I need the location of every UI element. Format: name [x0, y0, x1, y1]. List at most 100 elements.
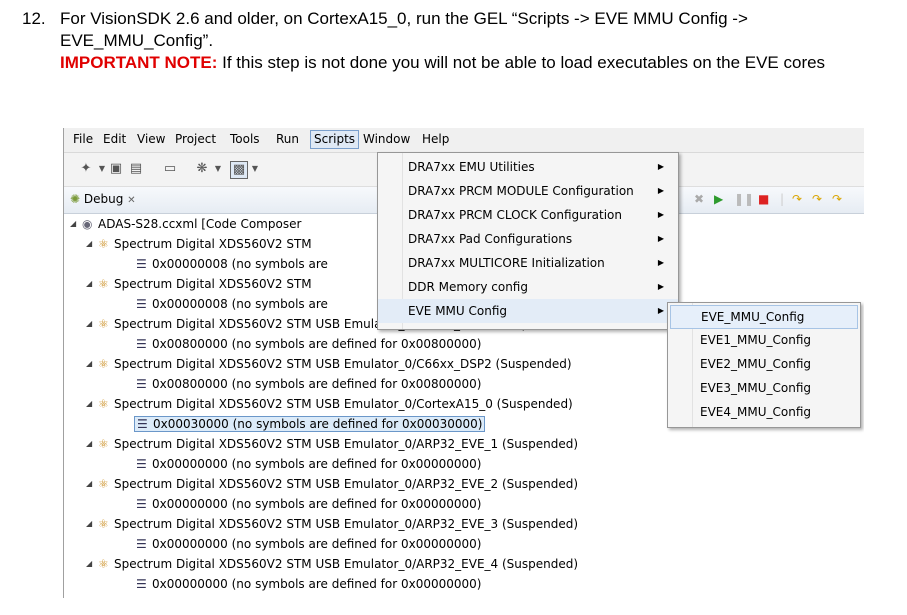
frame-label: 0x00000000 (no symbols are defined for 0…	[152, 537, 482, 551]
stack-frame-icon: ☰	[136, 457, 147, 471]
scripts-menu: DRA7xx EMU Utilities ▶ DRA7xx PRCM MODULE…	[377, 152, 679, 330]
terminal-icon[interactable]: ▩	[230, 161, 248, 179]
tree-root[interactable]: ◢ ◉ ADAS-S28.ccxml [Code Composer	[70, 214, 301, 234]
step-into-icon[interactable]: ↷	[792, 192, 802, 206]
menu-window[interactable]: Window	[360, 131, 413, 148]
menu-item-multicore-init[interactable]: DRA7xx MULTICORE Initialization ▶	[378, 251, 678, 275]
menu-bar: File Edit View Project Tools Run Scripts…	[64, 128, 864, 153]
frame-row[interactable]: ☰ 0x00000008 (no symbols are	[136, 254, 328, 274]
tab-debug[interactable]: ✺ Debug ✕	[70, 192, 136, 206]
frame-row[interactable]: ☰ 0x00000008 (no symbols are	[136, 294, 328, 314]
menu-run[interactable]: Run	[273, 131, 302, 148]
menu-item-prcm-clock[interactable]: DRA7xx PRCM CLOCK Configuration ▶	[378, 203, 678, 227]
menu-item-emu-utilities[interactable]: DRA7xx EMU Utilities ▶	[378, 155, 678, 179]
device-icon: ⚛	[98, 477, 109, 491]
disconnect-icon[interactable]: ✖	[694, 192, 704, 206]
resume-icon[interactable]: ▶	[714, 192, 723, 206]
submenu-arrow-icon: ▶	[657, 210, 664, 219]
submenu-arrow-icon: ▶	[657, 282, 664, 291]
menu-help[interactable]: Help	[419, 131, 452, 148]
device-label: Spectrum Digital XDS560V2 STM USB Emulat…	[114, 557, 579, 571]
stack-frame-icon: ☰	[136, 257, 147, 271]
important-note-label: IMPORTANT NOTE:	[60, 53, 218, 72]
device-label: Spectrum Digital XDS560V2 STM USB Emulat…	[114, 437, 579, 451]
device-icon: ⚛	[98, 437, 109, 451]
frame-label: 0x00000000 (no symbols are defined for 0…	[152, 457, 482, 471]
submenu-item-eve-mmu-config[interactable]: EVE_MMU_Config	[670, 305, 858, 329]
debug-icon[interactable]: ❋	[194, 161, 210, 177]
frame-row[interactable]: ☰ 0x00800000 (no symbols are defined for …	[136, 334, 481, 354]
frame-row[interactable]: ☰ 0x00000000 (no symbols are defined for …	[136, 574, 481, 594]
menu-item-ddr-memory-config[interactable]: DDR Memory config ▶	[378, 275, 678, 299]
chevron-down-icon[interactable]: ▼	[247, 161, 263, 177]
submenu-item-eve1-mmu-config[interactable]: EVE1_MMU_Config	[670, 329, 856, 351]
expand-icon[interactable]: ◢	[86, 314, 98, 334]
expand-icon[interactable]: ◢	[70, 214, 82, 234]
menu-edit[interactable]: Edit	[100, 131, 129, 148]
step-over-icon[interactable]: ↷	[812, 192, 822, 206]
save-all-icon[interactable]: ▤	[128, 161, 144, 177]
device-row[interactable]: ◢ ⚛ Spectrum Digital XDS560V2 STM USB Emul…	[86, 514, 578, 534]
device-label: Spectrum Digital XDS560V2 STM USB Emulat…	[114, 477, 579, 491]
terminate-icon[interactable]: ■	[758, 192, 769, 206]
submenu-item-eve3-mmu-config[interactable]: EVE3_MMU_Config	[670, 377, 856, 399]
stack-frame-icon: ☰	[136, 337, 147, 351]
submenu-arrow-icon: ▶	[657, 234, 664, 243]
submenu-arrow-icon: ▶	[657, 162, 664, 171]
stack-frame-icon: ☰	[136, 577, 147, 591]
device-row[interactable]: ◢ ⚛ Spectrum Digital XDS560V2 STM	[86, 274, 312, 294]
frame-row[interactable]: ☰ 0x00000000 (no symbols are defined for …	[136, 534, 481, 554]
frame-label: 0x00000008 (no symbols are	[152, 297, 328, 311]
device-label: Spectrum Digital XDS560V2 STM	[114, 237, 312, 251]
submenu-item-eve2-mmu-config[interactable]: EVE2_MMU_Config	[670, 353, 856, 375]
frame-row[interactable]: ☰ 0x00800000 (no symbols are defined for …	[136, 374, 481, 394]
menu-project[interactable]: Project	[172, 131, 219, 148]
stack-frame-icon: ☰	[136, 377, 147, 391]
important-note-text: If this step is not done you will not be…	[217, 53, 826, 72]
chevron-down-icon[interactable]: ▼	[210, 161, 226, 177]
submenu-arrow-icon: ▶	[657, 306, 664, 315]
menu-tools[interactable]: Tools	[227, 131, 263, 148]
device-icon: ⚛	[98, 517, 109, 531]
ccxml-icon: ◉	[82, 217, 93, 231]
stack-frame-icon: ☰	[136, 497, 147, 511]
frame-row[interactable]: ☰ 0x00000000 (no symbols are defined for …	[136, 454, 481, 474]
frame-row[interactable]: ☰ 0x00000000 (no symbols are defined for …	[136, 494, 481, 514]
device-row[interactable]: ◢ ⚛ Spectrum Digital XDS560V2 STM USB Emul…	[86, 434, 578, 454]
print-icon[interactable]: ▭	[162, 161, 178, 177]
expand-icon[interactable]: ◢	[86, 554, 98, 574]
suspend-icon[interactable]: ❚❚	[734, 192, 754, 206]
menu-view[interactable]: View	[134, 131, 168, 148]
menu-item-pad-configurations[interactable]: DRA7xx Pad Configurations ▶	[378, 227, 678, 251]
device-icon: ⚛	[98, 557, 109, 571]
step-return-icon[interactable]: ↷	[832, 192, 842, 206]
menu-item-prcm-module[interactable]: DRA7xx PRCM MODULE Configuration ▶	[378, 179, 678, 203]
menu-item-eve-mmu-config[interactable]: EVE MMU Config ▶	[378, 299, 678, 323]
device-icon: ⚛	[98, 397, 109, 411]
close-icon[interactable]: ✕	[127, 195, 135, 206]
device-row[interactable]: ◢ ⚛ Spectrum Digital XDS560V2 STM USB Emul…	[86, 474, 578, 494]
expand-icon[interactable]: ◢	[86, 394, 98, 414]
device-row[interactable]: ◢ ⚛ Spectrum Digital XDS560V2 STM USB Emul…	[86, 554, 578, 574]
separator-icon: |	[780, 192, 785, 206]
debug-bug-icon: ✺	[70, 192, 81, 206]
save-icon[interactable]: ▣	[108, 161, 124, 177]
menu-scripts[interactable]: Scripts	[310, 130, 360, 149]
device-row[interactable]: ◢ ⚛ Spectrum Digital XDS560V2 STM USB Emul…	[86, 394, 573, 414]
device-row[interactable]: ◢ ⚛ Spectrum Digital XDS560V2 STM	[86, 234, 312, 254]
device-icon: ⚛	[98, 237, 109, 251]
expand-icon[interactable]: ◢	[86, 354, 98, 374]
tab-debug-label: Debug	[83, 192, 124, 206]
device-label: Spectrum Digital XDS560V2 STM	[114, 277, 312, 291]
expand-icon[interactable]: ◢	[86, 434, 98, 454]
expand-icon[interactable]: ◢	[86, 234, 98, 254]
expand-icon[interactable]: ◢	[86, 274, 98, 294]
menu-file[interactable]: File	[70, 131, 96, 148]
submenu-item-eve4-mmu-config[interactable]: EVE4_MMU_Config	[670, 401, 856, 423]
stack-frame-icon: ☰	[136, 297, 147, 311]
expand-icon[interactable]: ◢	[86, 514, 98, 534]
device-row[interactable]: ◢ ⚛ Spectrum Digital XDS560V2 STM USB Emul…	[86, 354, 572, 374]
frame-row-selected[interactable]: ☰ 0x00030000 (no symbols are defined for …	[134, 414, 486, 434]
expand-icon[interactable]: ◢	[86, 474, 98, 494]
new-icon[interactable]: ✦	[78, 161, 94, 177]
